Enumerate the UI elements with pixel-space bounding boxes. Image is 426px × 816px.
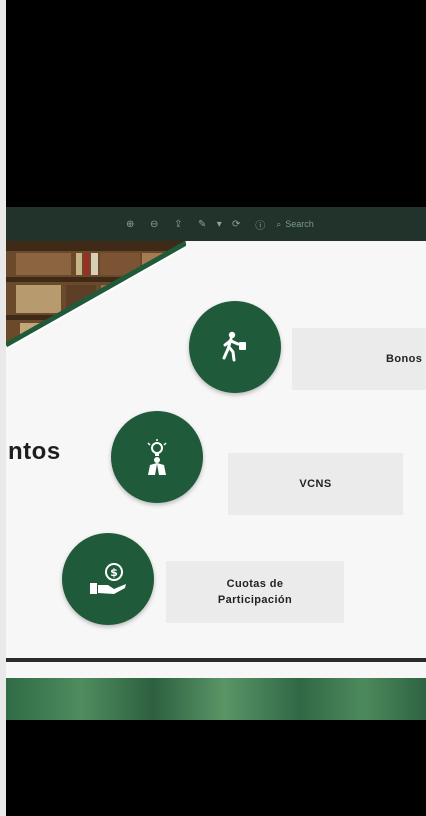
item-box-cuotas: Cuotas de Participación <box>166 561 344 623</box>
zoom-in-icon[interactable]: ⊕ <box>118 219 142 230</box>
zoom-out-icon[interactable]: ⊖ <box>142 219 166 230</box>
markup-icon[interactable]: ✎ <box>190 219 214 230</box>
idea-person-icon <box>147 439 167 475</box>
item-circle-bonos <box>189 301 281 393</box>
search-field[interactable]: ⌕ Search <box>276 219 314 230</box>
money-hand-icon: $ <box>90 563 126 594</box>
info-icon[interactable]: ⓘ <box>248 217 272 232</box>
walking-person-icon <box>222 331 246 362</box>
item-circle-vcns <box>111 411 203 503</box>
document-viewer: ⊕ ⊖ ⇪ ✎ ▾ ⟳ ⓘ ⌕ Search ntos Bonos VCNS C… <box>6 207 426 720</box>
chevron-down-icon[interactable]: ▾ <box>214 219 224 230</box>
item-label-bonos: Bonos <box>386 353 423 365</box>
viewer-toolbar: ⊕ ⊖ ⇪ ✎ ▾ ⟳ ⓘ ⌕ Search <box>6 207 426 241</box>
slide-heading: ntos <box>8 438 61 465</box>
search-placeholder: Search <box>285 219 314 229</box>
slide-divider <box>6 658 426 662</box>
item-label-cuotas-line1: Cuotas de <box>226 578 284 590</box>
item-circle-cuotas: $ <box>62 533 154 625</box>
share-icon[interactable]: ⇪ <box>166 219 190 230</box>
presentation-slide: ntos Bonos VCNS Cuotas de Participación … <box>6 241 426 720</box>
item-box-vcns: VCNS <box>228 453 403 515</box>
bookshelf-photo <box>6 241 186 350</box>
rotate-icon[interactable]: ⟳ <box>224 219 248 230</box>
item-box-bonos: Bonos <box>292 328 426 390</box>
green-texture-band <box>6 678 426 720</box>
svg-text:$: $ <box>110 566 118 579</box>
search-icon: ⌕ <box>276 218 282 229</box>
item-label-cuotas-line2: Participación <box>217 594 293 606</box>
item-label-vcns: VCNS <box>299 478 332 490</box>
